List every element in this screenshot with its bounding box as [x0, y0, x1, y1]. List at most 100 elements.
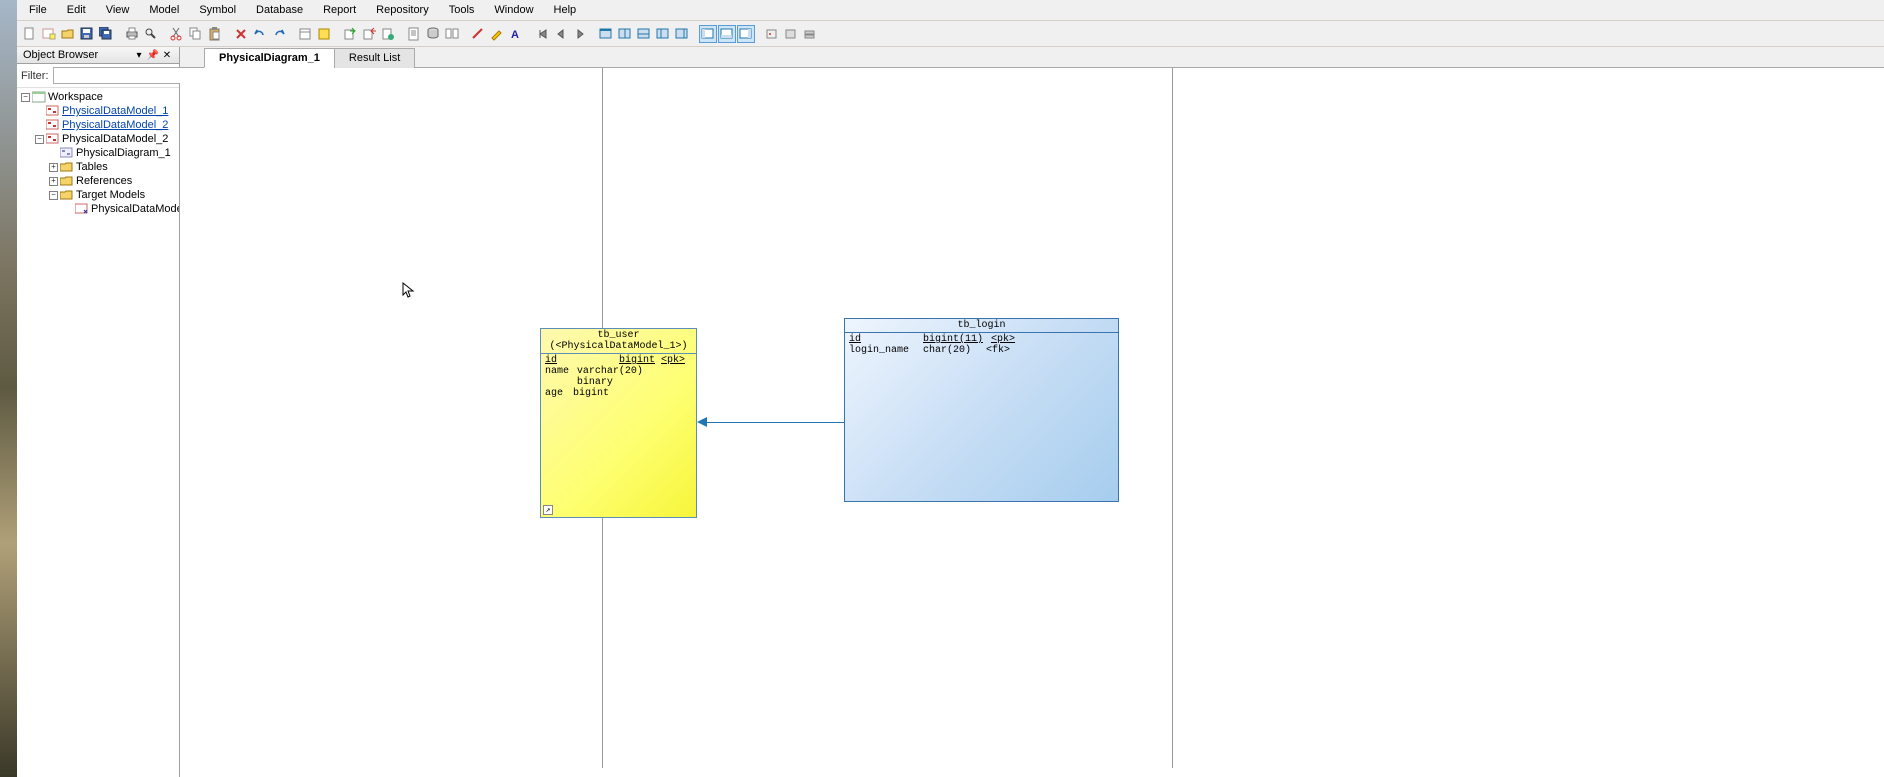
tree-item-references[interactable]: + References	[17, 174, 179, 188]
entity-subtitle: (<PhysicalDataModel_1>)	[545, 341, 692, 352]
nav-prev-icon[interactable]	[552, 25, 570, 43]
tree-item-label: Tables	[76, 161, 108, 173]
col-name: name	[545, 366, 569, 388]
generate-icon[interactable]	[379, 25, 397, 43]
col-type: bigint	[619, 355, 653, 366]
tool-c-icon[interactable]	[801, 25, 819, 43]
open-icon[interactable]	[59, 25, 77, 43]
panel-pin-icon[interactable]: 📌	[147, 49, 159, 61]
menu-window[interactable]: Window	[484, 2, 543, 18]
col-type: char(20)	[923, 345, 978, 356]
object-browser-title: Object Browser ▾ 📌 ✕	[17, 47, 179, 64]
col-name: age	[545, 388, 565, 399]
paste-icon[interactable]	[206, 25, 224, 43]
view-toggle2-icon[interactable]	[718, 25, 736, 43]
col-type: varchar(20) binary	[577, 366, 684, 388]
delete-icon[interactable]	[232, 25, 250, 43]
entity-tb-user[interactable]: tb_user (<PhysicalDataModel_1>) id bigin…	[540, 328, 697, 518]
menu-model[interactable]: Model	[139, 2, 189, 18]
col-key: <pk>	[991, 334, 1025, 345]
undo-icon[interactable]	[251, 25, 269, 43]
entity-header: tb_login	[845, 319, 1118, 333]
line-tool-icon[interactable]	[469, 25, 487, 43]
import-icon[interactable]	[360, 25, 378, 43]
view-toggle3-icon[interactable]	[737, 25, 755, 43]
tree-item-target-models[interactable]: − Target Models	[17, 188, 179, 202]
window3-icon[interactable]	[635, 25, 653, 43]
menu-help[interactable]: Help	[544, 2, 587, 18]
menu-view[interactable]: View	[96, 2, 140, 18]
copy-icon[interactable]	[187, 25, 205, 43]
menu-edit[interactable]: Edit	[57, 2, 96, 18]
entity-title: tb_user	[545, 330, 692, 341]
save-all-icon[interactable]	[97, 25, 115, 43]
svg-text:A: A	[511, 29, 519, 41]
tree-item-diagram[interactable]: PhysicalDiagram_1	[17, 146, 179, 160]
save-icon[interactable]	[78, 25, 96, 43]
tree-root[interactable]: − Workspace	[17, 90, 179, 104]
text-tool-icon[interactable]: A	[507, 25, 525, 43]
format-icon[interactable]	[315, 25, 333, 43]
compare-icon[interactable]	[443, 25, 461, 43]
page-break-line	[1172, 68, 1173, 768]
new-model-icon[interactable]	[40, 25, 58, 43]
diagram-canvas[interactable]: tb_user (<PhysicalDataModel_1>) id bigin…	[180, 68, 1880, 768]
report-icon[interactable]	[405, 25, 423, 43]
col-key: <fk>	[986, 345, 1010, 356]
menu-symbol[interactable]: Symbol	[189, 2, 246, 18]
col-key: <pk>	[661, 355, 695, 366]
tree-item-label: Target Models	[76, 189, 145, 201]
tree-item-label: PhysicalDataModel_2	[62, 133, 168, 145]
entity-body: id bigint(11) <pk> login_name char(20) <…	[845, 333, 1118, 357]
menu-report[interactable]: Report	[313, 2, 366, 18]
window5-icon[interactable]	[673, 25, 691, 43]
view-toggle1-icon[interactable]	[699, 25, 717, 43]
window1-icon[interactable]	[597, 25, 615, 43]
object-browser-label: Object Browser	[23, 49, 98, 61]
mouse-cursor-icon	[402, 282, 416, 300]
entity-body: id bigint <pk> name varchar(20) binary a…	[541, 354, 696, 400]
properties-icon[interactable]	[296, 25, 314, 43]
new-icon[interactable]	[21, 25, 39, 43]
cut-icon[interactable]	[168, 25, 186, 43]
object-tree[interactable]: − Workspace PhysicalDataModel_1 Physical…	[17, 88, 179, 777]
filter-label: Filter:	[21, 70, 49, 82]
tree-root-label: Workspace	[48, 91, 103, 103]
tree-item-tables[interactable]: + Tables	[17, 160, 179, 174]
window4-icon[interactable]	[654, 25, 672, 43]
toolbar: A	[17, 21, 1884, 47]
tree-item-label: References	[76, 175, 132, 187]
pencil-icon[interactable]	[488, 25, 506, 43]
diagram-canvas-wrap[interactable]: tb_user (<PhysicalDataModel_1>) id bigin…	[180, 68, 1884, 777]
tree-item-pdm1[interactable]: PhysicalDataModel_1	[17, 104, 179, 118]
print-icon[interactable]	[123, 25, 141, 43]
repository-icon[interactable]	[424, 25, 442, 43]
tree-item-label: PhysicalDataModel_2	[62, 119, 168, 131]
tool-b-icon[interactable]	[782, 25, 800, 43]
menubar: File Edit View Model Symbol Database Rep…	[17, 0, 1884, 21]
tree-item-label: PhysicalDataModel_1	[62, 105, 168, 117]
menu-tools[interactable]: Tools	[439, 2, 485, 18]
tree-item-pdm2-link[interactable]: PhysicalDataModel_2	[17, 118, 179, 132]
panel-dropdown-icon[interactable]: ▾	[133, 49, 145, 61]
find-icon[interactable]	[142, 25, 160, 43]
menu-file[interactable]: File	[19, 2, 57, 18]
col-name: id	[849, 334, 915, 345]
tree-item-pdm2[interactable]: − PhysicalDataModel_2	[17, 132, 179, 146]
export-icon[interactable]	[341, 25, 359, 43]
menu-repository[interactable]: Repository	[366, 2, 439, 18]
tab-physicaldiagram[interactable]: PhysicalDiagram_1	[204, 48, 335, 68]
reference-line[interactable]	[706, 422, 844, 423]
entity-tb-login[interactable]: tb_login id bigint(11) <pk> login_name c…	[844, 318, 1119, 502]
tab-resultlist[interactable]: Result List	[334, 48, 415, 68]
entity-header: tb_user (<PhysicalDataModel_1>)	[541, 329, 696, 354]
panel-close-icon[interactable]: ✕	[161, 49, 173, 61]
menu-database[interactable]: Database	[246, 2, 313, 18]
tree-item-target-pdm[interactable]: PhysicalDataModel_	[17, 202, 179, 216]
nav-first-icon[interactable]	[533, 25, 551, 43]
window2-icon[interactable]	[616, 25, 634, 43]
col-name: login_name	[849, 345, 915, 356]
redo-icon[interactable]	[270, 25, 288, 43]
tool-a-icon[interactable]	[763, 25, 781, 43]
nav-next-icon[interactable]	[571, 25, 589, 43]
